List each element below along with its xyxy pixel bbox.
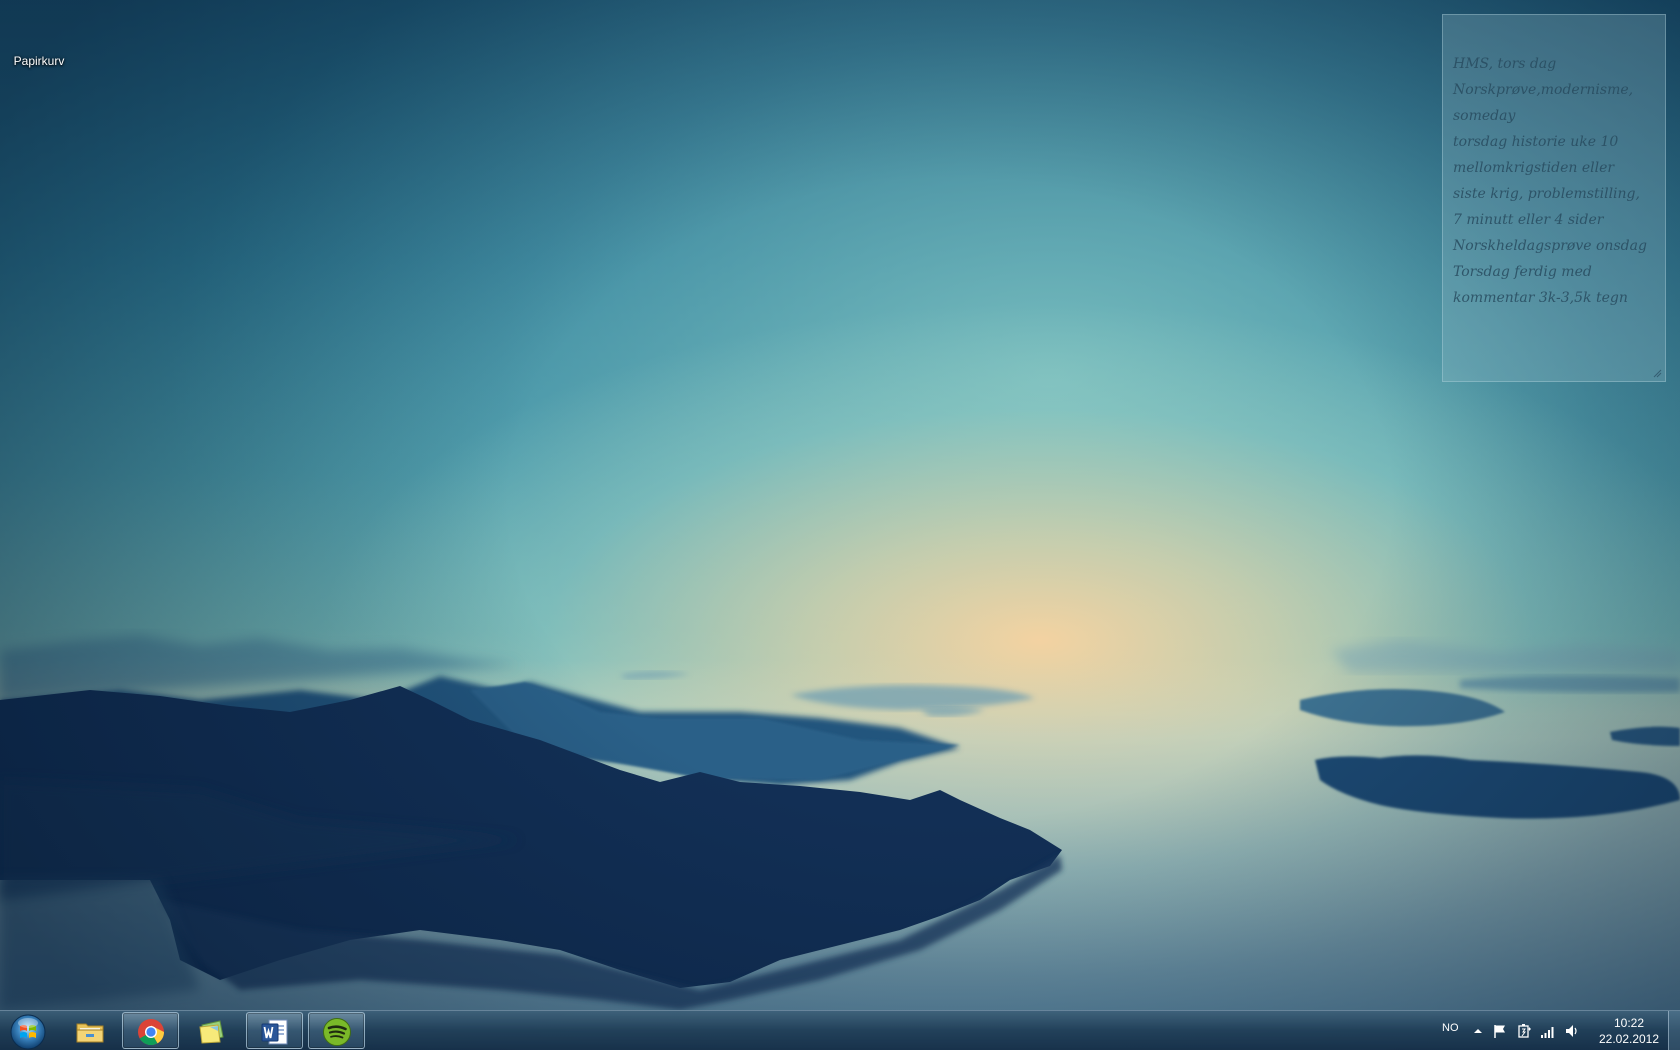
- clock[interactable]: 10:22 22.02.2012: [1592, 1015, 1666, 1047]
- taskbar-button-sticky-notes[interactable]: [184, 1012, 241, 1049]
- taskbar-button-chrome[interactable]: [122, 1012, 179, 1049]
- desktop: Papirkurv HMS, tors dag Norskprøve,moder…: [0, 0, 1680, 1050]
- show-desktop-button[interactable]: [1668, 1011, 1680, 1050]
- volume-icon[interactable]: [1564, 1023, 1580, 1039]
- language-indicator[interactable]: NO: [1442, 1022, 1459, 1034]
- word-icon: [261, 1019, 288, 1045]
- sticky-note[interactable]: HMS, tors dag Norskprøve,modernisme, som…: [1442, 14, 1666, 382]
- note-line: 7 minutt eller 4 sider: [1453, 212, 1604, 228]
- note-line: torsdag historie uke 10: [1453, 134, 1619, 150]
- desktop-icon-label: Papirkurv: [13, 54, 65, 68]
- clock-date: 22.02.2012: [1598, 1032, 1660, 1046]
- clock-time: 10:22: [1613, 1016, 1645, 1030]
- note-line: kommentar 3k-3,5k tegn: [1453, 290, 1628, 306]
- taskbar: NO 10:22 22.02.2012: [0, 1010, 1680, 1050]
- note-line: Norskprøve,modernisme,: [1453, 82, 1634, 98]
- note-line: someday: [1453, 108, 1516, 124]
- windows-start-orb-icon: [10, 1014, 46, 1050]
- taskbar-button-word[interactable]: [246, 1012, 303, 1049]
- note-line: HMS, tors dag: [1453, 56, 1557, 72]
- network-signal-icon[interactable]: [1540, 1023, 1556, 1039]
- power-icon[interactable]: [1516, 1023, 1532, 1039]
- sticky-notes-icon: [199, 1020, 224, 1044]
- spotify-icon: [323, 1018, 351, 1046]
- folder-icon: [76, 1023, 104, 1043]
- wallpaper-landscape: [0, 635, 1680, 1050]
- desktop-icon-recycle-bin[interactable]: Papirkurv: [4, 52, 74, 70]
- action-center-flag-icon[interactable]: [1492, 1023, 1508, 1039]
- start-button[interactable]: [4, 1012, 52, 1050]
- chrome-icon: [138, 1019, 165, 1046]
- resize-grip-icon[interactable]: [1652, 368, 1662, 378]
- taskbar-button-spotify[interactable]: [308, 1012, 365, 1049]
- show-hidden-icons-icon[interactable]: [1470, 1023, 1486, 1039]
- note-line: Torsdag ferdig med: [1453, 264, 1592, 280]
- taskbar-button-explorer[interactable]: [62, 1012, 119, 1049]
- note-line: mellomkrigstiden eller: [1453, 160, 1615, 176]
- note-line: Norskheldagsprøve onsdag: [1453, 238, 1647, 254]
- note-line: siste krig, problemstilling,: [1453, 186, 1640, 202]
